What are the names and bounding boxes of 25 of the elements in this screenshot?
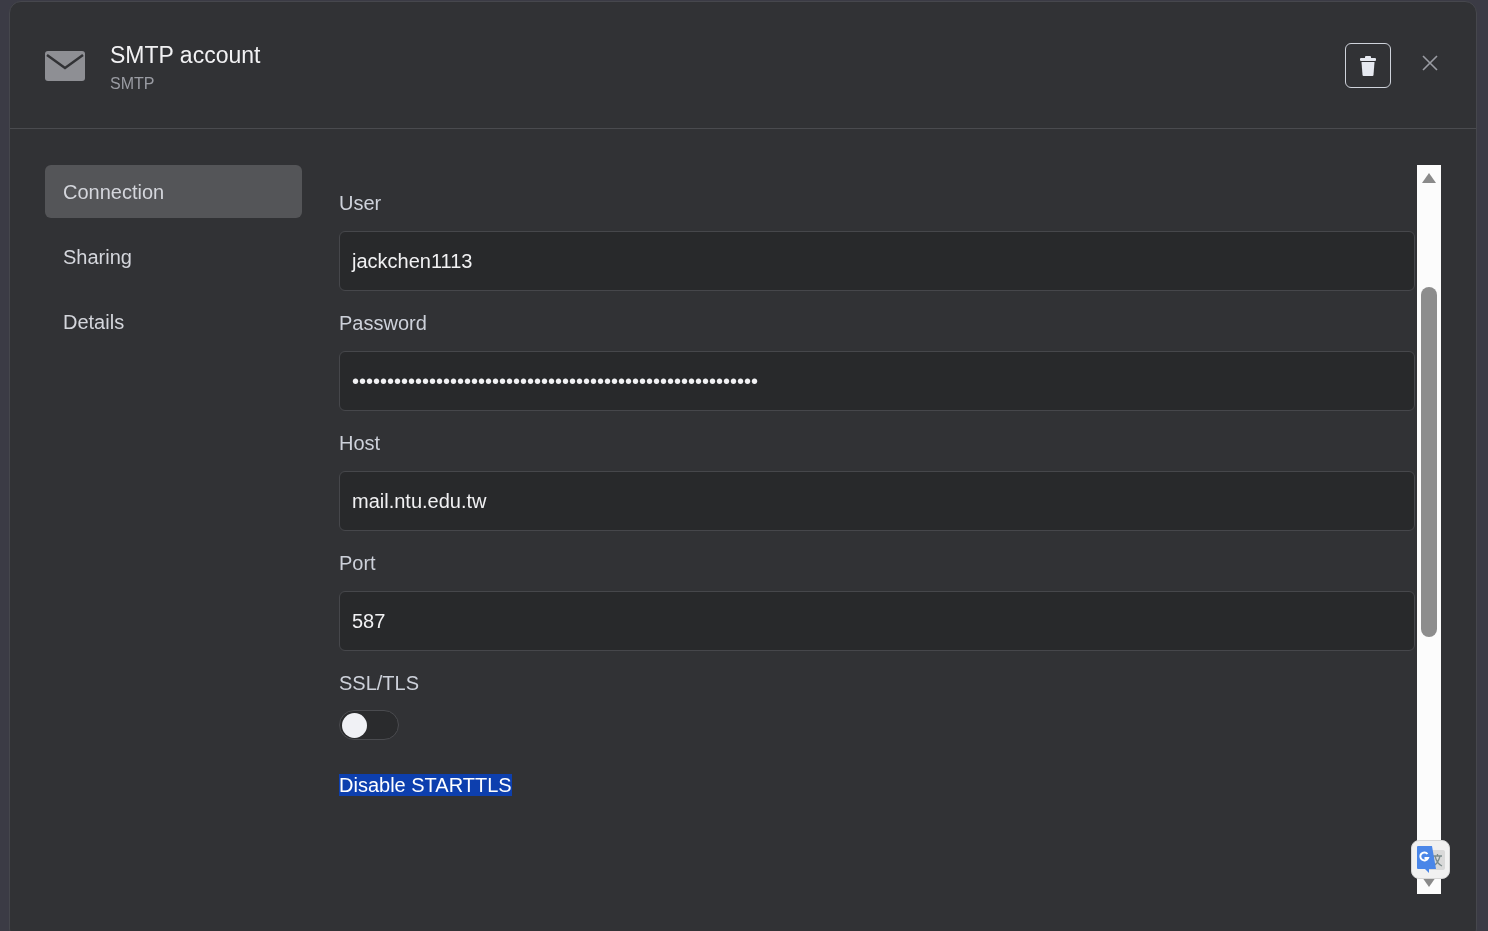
envelope-icon bbox=[45, 51, 85, 81]
input-field[interactable]: •••••••••••••••••••••••••••••••••••••••••••••••••••••••••• bbox=[339, 351, 1415, 411]
scrollbar-thumb[interactable] bbox=[1421, 287, 1437, 637]
close-icon bbox=[1422, 55, 1438, 71]
field-label: Host bbox=[339, 431, 382, 455]
field-label: Disable STARTTLS bbox=[339, 774, 512, 796]
field-label: Password bbox=[339, 311, 428, 335]
field-label: SSL/TLS bbox=[339, 671, 421, 695]
dialog-title: SMTP account bbox=[110, 42, 261, 68]
field-label: User bbox=[339, 191, 383, 215]
delete-button[interactable] bbox=[1345, 43, 1391, 88]
scrollbar[interactable] bbox=[1417, 165, 1441, 894]
scroll-up-icon bbox=[1422, 173, 1436, 183]
input-field[interactable]: mail.ntu.edu.tw bbox=[339, 471, 1415, 531]
trash-icon bbox=[1360, 55, 1376, 76]
translate-button[interactable] bbox=[1411, 840, 1450, 879]
nav-tab[interactable]: Sharing bbox=[45, 230, 302, 283]
dialog-subtitle: SMTP bbox=[110, 74, 156, 94]
field-label: Port bbox=[339, 551, 377, 575]
input-field[interactable]: jackchen1113 bbox=[339, 231, 1415, 291]
nav-tab[interactable]: Details bbox=[45, 295, 302, 348]
toggle-switch[interactable] bbox=[339, 710, 399, 740]
nav-tab[interactable]: Connection bbox=[45, 165, 302, 218]
input-field[interactable]: 587 bbox=[339, 591, 1415, 651]
translate-icon bbox=[1415, 844, 1446, 875]
